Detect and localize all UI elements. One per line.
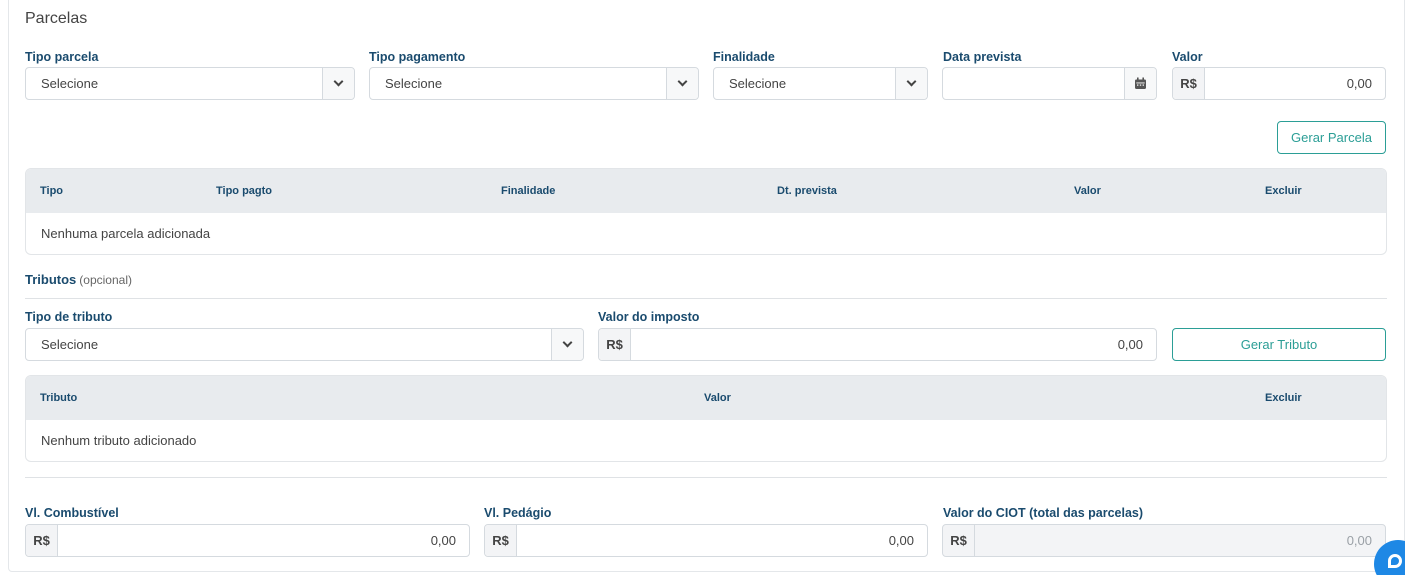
currency-prefix: R$ [599,329,631,360]
tipo-tributo-value: Selecione [41,337,99,352]
chevron-down-icon[interactable] [322,68,354,99]
chevron-down-icon[interactable] [895,68,927,99]
valor-imposto-value[interactable]: 0,00 [631,329,1156,360]
currency-prefix: R$ [485,525,517,556]
data-prevista-input[interactable] [942,67,1157,100]
gerar-parcela-button[interactable]: Gerar Parcela [1277,121,1386,154]
tipo-parcela-select[interactable]: Selecione [25,67,355,100]
label-valor-imposto: Valor do imposto [598,310,700,324]
valor-input[interactable]: R$ 0,00 [1172,67,1386,100]
divider [25,477,1387,478]
valor-value[interactable]: 0,00 [1205,68,1385,99]
currency-prefix: R$ [943,525,975,556]
column-header-tipo: Tipo [40,185,64,197]
section-title-tributos: Tributos (opcional) [25,272,132,287]
finalidade-select[interactable]: Selecione [713,67,928,100]
data-prevista-value[interactable] [943,68,1124,99]
finalidade-value: Selecione [729,76,787,91]
valor-ciot-value: 0,00 [1346,533,1372,548]
label-tipo-parcela: Tipo parcela [25,50,99,64]
parcelas-empty-message: Nenhuma parcela adicionada [41,225,211,241]
valor-ciot-input: R$ 0,00 [942,524,1386,557]
tributos-empty-message: Nenhum tributo adicionado [41,432,197,448]
tributos-optional-label: (opcional) [79,273,132,287]
column-header-valor: Valor [1074,185,1101,197]
divider [25,298,1387,299]
tributos-title: Tributos [25,272,77,287]
vl-combustivel-input[interactable]: R$ 0,00 [25,524,470,557]
column-header-tributo: Tributo [40,392,78,404]
column-header-tipo-pagto: Tipo pagto [216,185,273,197]
parcelas-table-header: Tipo Tipo pagto Finalidade Dt. prevista … [26,169,1386,213]
tipo-parcela-value: Selecione [41,76,99,91]
tributos-table: Tributo Valor Excluir Nenhum tributo adi… [25,375,1387,462]
column-header-dt-prevista: Dt. prevista [777,185,837,197]
column-header-valor: Valor [704,392,731,404]
column-header-finalidade: Finalidade [501,185,556,197]
label-vl-pedagio: Vl. Pedágio [484,506,552,520]
vl-pedagio-input[interactable]: R$ 0,00 [484,524,928,557]
column-header-excluir: Excluir [1265,185,1302,197]
label-valor: Valor [1172,50,1203,64]
label-finalidade: Finalidade [713,50,775,64]
label-data-prevista: Data prevista [943,50,1022,64]
chevron-down-icon[interactable] [551,329,583,360]
parcelas-table: Tipo Tipo pagto Finalidade Dt. prevista … [25,168,1387,255]
currency-prefix: R$ [26,525,58,556]
calendar-icon[interactable] [1124,68,1156,99]
chevron-down-icon[interactable] [666,68,698,99]
tipo-tributo-select[interactable]: Selecione [25,328,584,361]
label-vl-combustivel: Vl. Combustível [25,506,119,520]
tributos-table-header: Tributo Valor Excluir [26,376,1386,420]
label-tipo-tributo: Tipo de tributo [25,310,113,324]
vl-pedagio-value[interactable]: 0,00 [517,525,927,556]
column-header-excluir: Excluir [1265,392,1302,404]
tipo-pagamento-value: Selecione [385,76,443,91]
gerar-tributo-button[interactable]: Gerar Tributo [1172,328,1386,361]
vl-combustivel-value[interactable]: 0,00 [58,525,469,556]
label-tipo-pagamento: Tipo pagamento [369,50,466,64]
label-valor-ciot: Valor do CIOT (total das parcelas) [943,506,1144,520]
section-title-parcelas: Parcelas [25,10,88,27]
valor-imposto-input[interactable]: R$ 0,00 [598,328,1157,361]
currency-prefix: R$ [1173,68,1205,99]
tipo-pagamento-select[interactable]: Selecione [369,67,699,100]
